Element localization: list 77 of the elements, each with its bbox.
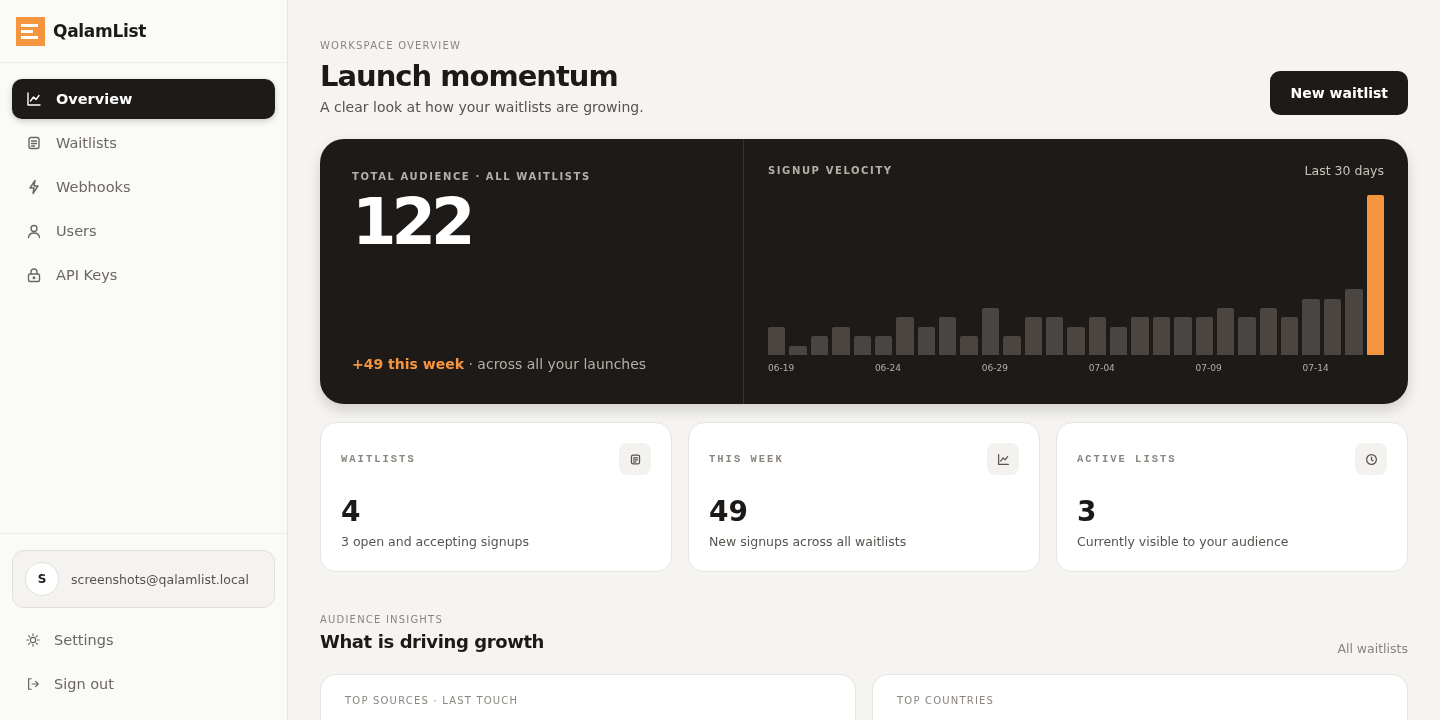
chart-bar [1302,298,1320,355]
panel-title: TOP COUNTRIES [897,695,995,706]
stat-note: Currently visible to your audience [1077,534,1290,549]
stat-label: WAITLISTS [341,453,416,465]
hero-note: +49 this week · across all your launches [352,356,648,372]
padlock-icon [26,267,42,283]
nav-item[interactable]: Settings [12,620,275,660]
chart-bar [1088,317,1107,355]
chart-title: SIGNUP VELOCITY [768,165,893,176]
logo-icon [16,16,45,46]
page-subtitle: A clear look at how your waitlists are growing. [320,99,644,115]
person-icon [26,223,42,239]
chart-bar [1110,326,1128,355]
chart-bar [1174,317,1192,355]
stat-value: 49 [709,495,749,528]
chart-bar [896,317,914,355]
account-email: screenshots@qalamlist.local [71,571,249,587]
chart-bar [1152,317,1171,355]
chart-bar [1216,308,1235,355]
page-title: Launch momentum [320,59,619,93]
new-waitlist-button[interactable]: New waitlist [1270,71,1408,115]
chart-bar [810,336,829,355]
stat-value: 3 [1077,495,1098,528]
document-list-icon [619,443,651,475]
chart-bar [1259,308,1278,355]
axis-label: 06-24 [874,363,903,373]
section-title: What is driving growth [320,631,544,652]
chart-bar [768,326,786,355]
brand-name: QalamList [53,21,147,41]
chart-bar [1195,317,1213,355]
total-count: 122 [352,190,472,254]
chart-bar [1238,317,1256,355]
document-list-icon [26,135,42,151]
axis-label: 07-14 [1302,363,1330,373]
chart-line-icon [26,91,42,107]
clock-icon [1355,443,1387,475]
nav-item[interactable]: Overview [12,79,275,119]
chart-bar [960,336,978,355]
panel-title: TOP SOURCES · LAST TOUCH [345,695,519,706]
account-card[interactable]: S screenshots@qalamlist.local [12,550,275,608]
axis-label: 07-04 [1088,363,1116,373]
chart-bar [789,345,807,355]
sun-icon [26,633,40,647]
section-eyebrow: AUDIENCE INSIGHTS [320,614,444,625]
chart-bar [981,308,1000,355]
stat-note: 3 open and accepting signups [341,534,531,549]
axis-label: 06-19 [768,363,796,373]
stat-label: ACTIVE LISTS [1077,453,1177,465]
chart-bar [939,317,957,355]
nav-item[interactable]: Sign out [12,664,275,704]
nav-item[interactable]: Users [12,211,275,251]
stat-note: New signups across all waitlists [709,534,908,549]
axis-label: 06-29 [981,363,1009,373]
nav-item[interactable]: Waitlists [12,123,275,163]
chart-bar [1024,317,1042,355]
nav-item[interactable]: Webhooks [12,167,275,207]
chart-bar [853,336,871,355]
filter-label: All waitlists [1337,641,1408,656]
stat-label: THIS WEEK [709,453,784,465]
chart-bar [1067,326,1085,355]
sign-out-icon [26,677,40,691]
chart-bar [874,336,893,355]
chart-bar [1281,317,1299,355]
avatar: S [25,562,59,596]
nav-item[interactable]: API Keys [12,255,275,295]
chart-bar [1323,298,1342,355]
chart-bar [832,326,850,355]
chart-bar [917,326,936,355]
chart-bar [1345,289,1363,355]
axis-label: 07-09 [1195,363,1223,373]
chart-bar [1131,317,1149,355]
chart-bar [1045,317,1064,355]
stat-value: 4 [341,495,362,528]
hero-label: TOTAL AUDIENCE · ALL WAITLISTS [352,171,592,182]
chart-bar [1003,336,1021,355]
section-eyebrow: WORKSPACE OVERVIEW [320,40,462,51]
range-label: Last 30 days [1304,163,1384,178]
